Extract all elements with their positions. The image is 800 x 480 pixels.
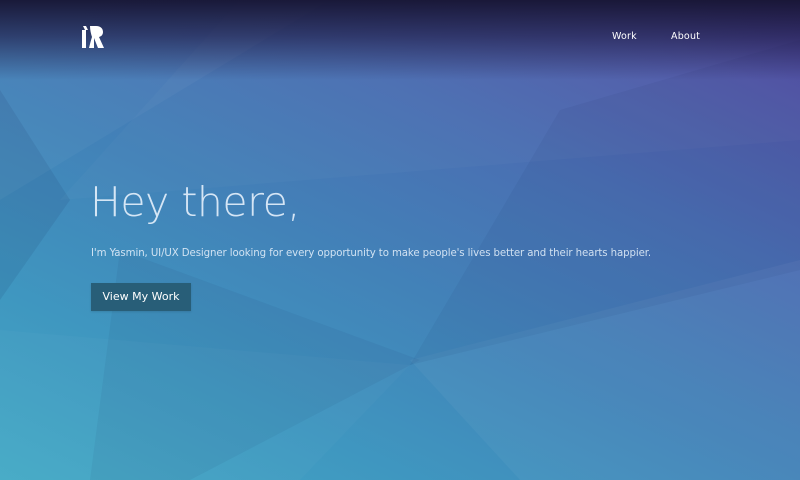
hero-section xyxy=(0,0,800,480)
view-my-work-button[interactable]: View My Work xyxy=(91,283,191,311)
nav-link-about[interactable]: About xyxy=(671,31,700,42)
yr-monogram-logo-icon[interactable] xyxy=(82,26,106,48)
nav-link-work[interactable]: Work xyxy=(612,31,637,42)
main-nav: Work About xyxy=(600,31,720,45)
hero-subtitle: I'm Yasmin, UI/UX Designer looking for e… xyxy=(91,248,652,259)
hero-title: Hey there, xyxy=(90,178,300,226)
